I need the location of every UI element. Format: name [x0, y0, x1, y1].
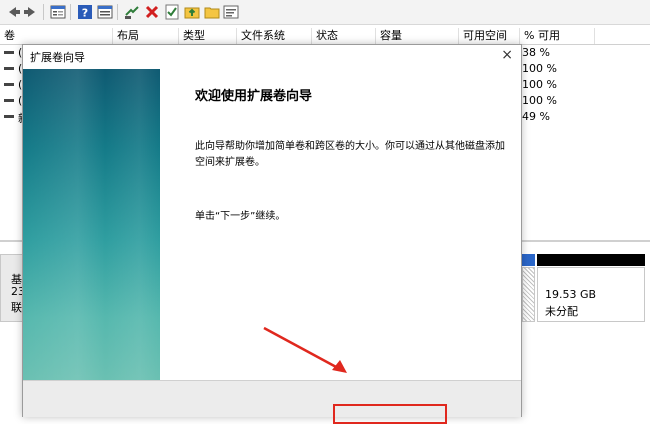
close-icon[interactable]: ×: [501, 47, 513, 63]
properties-icon[interactable]: [49, 3, 67, 21]
connect-icon[interactable]: [123, 3, 141, 21]
volume-percent-free: 100 %: [522, 62, 557, 75]
forward-arrow-icon[interactable]: [22, 3, 40, 21]
settings-icon[interactable]: [96, 3, 114, 21]
svg-text:?: ?: [82, 7, 88, 20]
column-header-capacity[interactable]: 容量: [376, 28, 459, 44]
wizard-prompt: 单击“下一步”继续。: [195, 211, 286, 222]
column-header-layout[interactable]: 布局: [113, 28, 179, 44]
wizard-heading: 欢迎使用扩展卷向导: [195, 89, 313, 104]
unallocated-partition[interactable]: 19.53 GB 未分配: [537, 267, 645, 322]
column-header-volume[interactable]: 卷: [0, 28, 113, 44]
dialog-title: 扩展卷向导: [30, 51, 85, 64]
volume-icon: [4, 115, 14, 118]
column-header-free-space[interactable]: 可用空间: [459, 28, 520, 44]
back-arrow-icon[interactable]: [4, 3, 22, 21]
partition-bar: [522, 254, 535, 266]
volume-list-header: 卷 布局 类型 文件系统 状态 容量 可用空间 % 可用: [0, 28, 650, 45]
volume-percent-free: 100 %: [522, 94, 557, 107]
wizard-banner: [23, 69, 160, 380]
toolbar-separator: [117, 4, 118, 20]
folder-up-icon[interactable]: [183, 3, 201, 21]
volume-icon: [4, 99, 14, 102]
banner-highlight: [23, 69, 160, 380]
toolbar-separator: [70, 4, 71, 20]
toolbar-separator: [43, 4, 44, 20]
volume-percent-free: 100 %: [522, 78, 557, 91]
delete-icon[interactable]: [143, 3, 161, 21]
help-icon[interactable]: ?: [76, 3, 94, 21]
unallocated-label: 未分配: [545, 305, 578, 318]
volume-icon: [4, 83, 14, 86]
partition-selected[interactable]: [522, 267, 535, 322]
volume-icon: [4, 51, 14, 54]
volume-icon: [4, 67, 14, 70]
volume-percent-free: 38 %: [522, 46, 550, 59]
next-button-highlight[interactable]: [333, 404, 447, 424]
column-header-filesystem[interactable]: 文件系统: [237, 28, 312, 44]
column-header-status[interactable]: 状态: [312, 28, 376, 44]
column-header-type[interactable]: 类型: [179, 28, 237, 44]
annotation-arrow-icon: [263, 326, 347, 373]
folder-icon[interactable]: [203, 3, 221, 21]
wizard-description: 此向导帮助你增加简单卷和跨区卷的大小。你可以通过从其他磁盘添加空间来扩展卷。: [195, 141, 505, 168]
info-icon[interactable]: [222, 3, 240, 21]
disk-status: 联: [11, 301, 22, 314]
toolbar: ?: [0, 0, 650, 25]
dialog-titlebar[interactable]: 扩展卷向导 ×: [23, 45, 521, 67]
check-icon[interactable]: [163, 3, 181, 21]
unallocated-size: 19.53 GB: [545, 288, 597, 301]
volume-percent-free: 49 %: [522, 110, 550, 123]
column-header-percent-free[interactable]: % 可用: [520, 28, 595, 44]
wizard-footer: [23, 380, 521, 424]
unallocated-bar: [537, 254, 645, 266]
